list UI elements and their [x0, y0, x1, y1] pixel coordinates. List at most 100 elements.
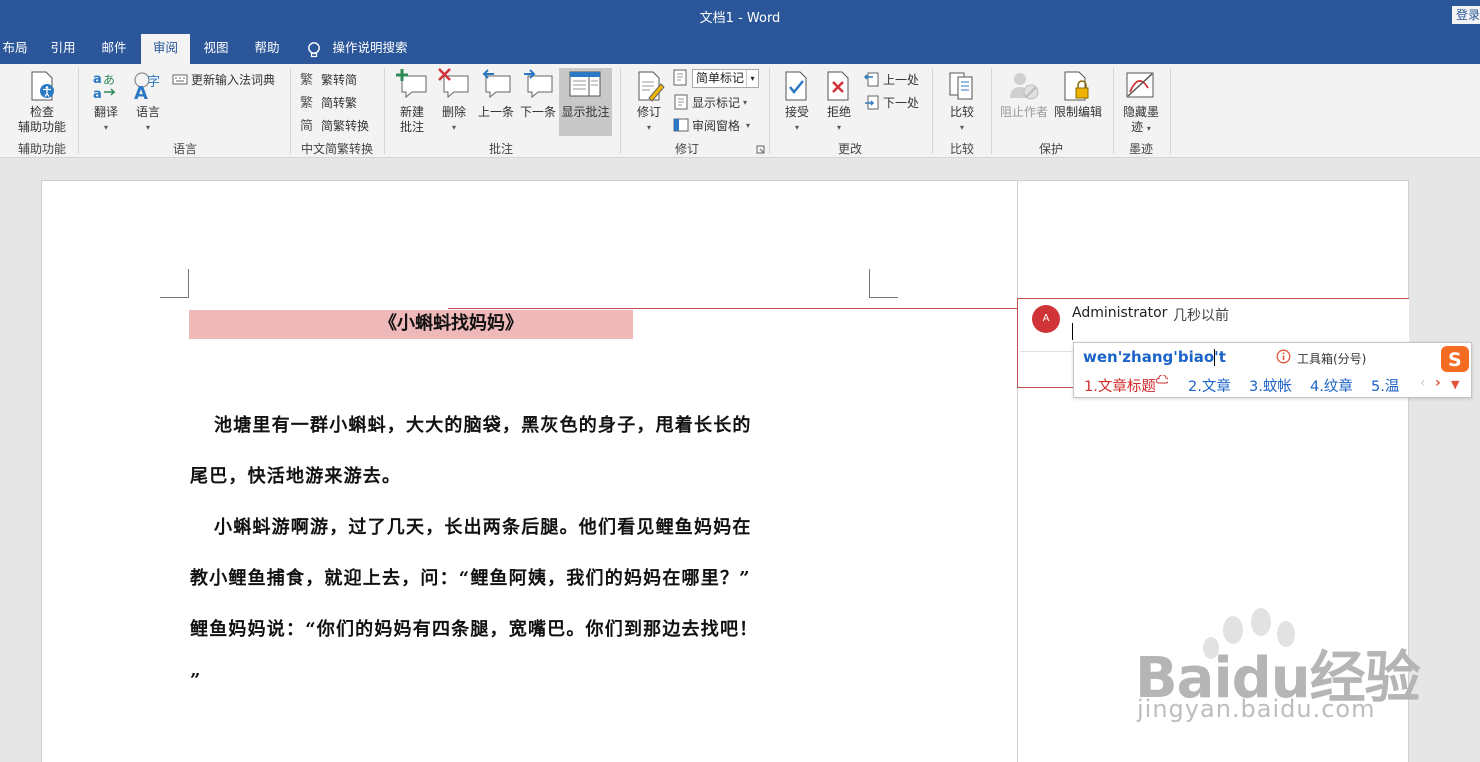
new-comment-label-2: 批注: [399, 120, 424, 134]
language-button[interactable]: 语言 ▾: [130, 105, 166, 135]
compare-dropdown-icon: ▾: [959, 123, 964, 132]
track-changes-button[interactable]: 修订 ▾: [630, 105, 668, 135]
paragraph-line[interactable]: 教小鲤鱼捕食，就迎上去，问：“鲤鱼阿姨，我们的妈妈在哪里？”: [190, 553, 870, 604]
new-comment-button[interactable]: 新建 批注: [392, 105, 432, 135]
comment-connector-line: [448, 308, 1018, 309]
svg-text:あ: あ: [103, 73, 115, 87]
previous-comment-button[interactable]: 上一条: [476, 105, 516, 120]
show-markup-dropdown-icon: ▾: [743, 97, 748, 107]
svg-text:简: 简: [300, 118, 313, 133]
previous-page-icon[interactable]: ‹: [1420, 375, 1426, 391]
next-comment-button[interactable]: 下一条: [518, 105, 558, 120]
ime-candidate-popup[interactable]: wen'zhang'biao't 工具箱(分号) S 1.文章标题 2.文章 3…: [1073, 342, 1472, 398]
show-comments-label: 显示批注: [561, 105, 610, 119]
show-markup-button[interactable]: 显示标记 ▾: [673, 92, 747, 112]
ime-toolbox-link[interactable]: 工具箱(分号): [1297, 350, 1366, 367]
paragraph-line[interactable]: 鲤鱼妈妈说：“你们的妈妈有四条腿，宽嘴巴。你们到那边去找吧！: [190, 604, 870, 655]
reviewing-pane-label: 审阅窗格: [692, 118, 741, 133]
group-divider: [991, 68, 992, 154]
expand-candidates-icon[interactable]: ▼: [1451, 378, 1459, 391]
avatar: A: [1032, 305, 1060, 333]
hide-ink-label-2: 迹: [1131, 120, 1144, 134]
ribbon-tabs: 布局 引用 邮件 审阅 视图 帮助 操作说明搜索: [0, 30, 1480, 64]
restrict-editing-icon: [1064, 71, 1089, 101]
next-change-button[interactable]: 下一处: [864, 92, 919, 112]
lightbulb-icon: [308, 42, 320, 58]
group-label-protect: 保护: [1038, 142, 1063, 156]
block-authors-button[interactable]: 阻止作者: [998, 105, 1050, 120]
group-divider: [290, 68, 291, 154]
svg-text:字: 字: [147, 75, 160, 90]
ribbon: 检查 辅助功能 辅助功能 a あ a 翻译 ▾ A 字 语言 ▾ 更新输入法词典…: [0, 64, 1480, 158]
translate-dropdown-icon: ▾: [103, 123, 108, 132]
accept-change-button[interactable]: 接受 ▾: [779, 105, 815, 135]
group-divider: [1170, 68, 1171, 154]
svg-text:a: a: [93, 72, 102, 87]
update-ime-label: 更新输入法词典: [191, 72, 276, 87]
delete-comment-icon: [438, 68, 469, 99]
reject-label: 拒绝: [826, 105, 851, 119]
dialog-launcher-icon[interactable]: [756, 145, 765, 154]
tab-review[interactable]: 审阅: [141, 34, 190, 64]
track-changes-dropdown-icon: ▾: [646, 123, 651, 132]
compare-button[interactable]: 比较 ▾: [942, 105, 982, 135]
delete-comment-button[interactable]: 删除 ▾: [436, 105, 472, 135]
traditional-to-simplified-button[interactable]: 繁 繁转简: [300, 69, 357, 89]
tab-references[interactable]: 引用: [44, 34, 82, 64]
tab-help[interactable]: 帮助: [247, 34, 287, 64]
reject-change-button[interactable]: 拒绝 ▾: [821, 105, 857, 135]
ime-candidate-4[interactable]: 4.纹章: [1310, 375, 1353, 396]
margin-corner-mark: [160, 269, 189, 298]
update-ime-dictionary-button[interactable]: 更新输入法词典: [172, 69, 275, 89]
restrict-editing-button[interactable]: 限制编辑: [1052, 105, 1104, 120]
translate-button[interactable]: 翻译 ▾: [88, 105, 124, 135]
paragraph-line[interactable]: 池塘里有一群小蝌蚪，大大的脑袋，黑灰色的身子，甩着长长的: [190, 400, 870, 451]
group-label-changes: 更改: [837, 142, 862, 156]
paragraph-line[interactable]: 小蝌蚪游啊游，过了几天，长出两条后腿。他们看见鲤鱼妈妈在: [190, 502, 870, 553]
hide-ink-label-1: 隐藏墨: [1122, 105, 1159, 119]
next-comment-icon: [524, 69, 553, 99]
markup-mode-dropdown[interactable]: 简单标记 ▾: [692, 69, 759, 88]
svg-text:a: a: [93, 87, 102, 100]
previous-change-button[interactable]: 上一处: [864, 69, 919, 89]
group-label-compare: 比较: [949, 142, 974, 156]
track-changes-label: 修订: [636, 105, 661, 119]
check-accessibility-button[interactable]: 检查 辅助功能: [14, 105, 70, 135]
accept-dropdown-icon: ▾: [794, 123, 799, 132]
group-label-tracking: 修订: [674, 142, 699, 156]
show-markup-label: 显示标记: [692, 95, 741, 110]
translate-label: 翻译: [93, 105, 118, 119]
group-label-ink: 墨迹: [1128, 142, 1153, 156]
keyboard-icon: [172, 74, 188, 85]
next-page-icon[interactable]: ›: [1435, 375, 1441, 391]
hide-ink-button[interactable]: 隐藏墨 迹 ▾: [1118, 105, 1164, 136]
translate-icon: a あ a: [93, 72, 116, 100]
group-label-language: 语言: [172, 142, 197, 156]
check-accessibility-icon: [31, 71, 54, 101]
login-button[interactable]: 登录: [1452, 6, 1480, 24]
group-divider: [384, 68, 385, 154]
convert-chinese-icon: 简: [300, 118, 313, 133]
document-title[interactable]: 《小蝌蚪找妈妈》: [189, 311, 633, 337]
tab-mailings[interactable]: 邮件: [94, 34, 134, 64]
tab-view[interactable]: 视图: [196, 34, 236, 64]
paragraph-line[interactable]: ”: [190, 655, 870, 706]
language-label: 语言: [135, 105, 160, 119]
ime-candidate-2[interactable]: 2.文章: [1188, 375, 1231, 396]
group-divider: [78, 68, 79, 154]
ime-candidate-1[interactable]: 1.文章标题: [1084, 374, 1169, 396]
simplified-to-traditional-button[interactable]: 繁 简转繁: [300, 92, 357, 112]
convert-chinese-button[interactable]: 简 简繁转换: [300, 115, 369, 135]
ime-candidate-5[interactable]: 5.温: [1371, 375, 1399, 396]
simplified-to-traditional-label: 简转繁: [321, 95, 358, 110]
tell-me-search[interactable]: 操作说明搜索: [330, 34, 410, 64]
reviewing-pane-dropdown-icon: ▾: [746, 120, 751, 130]
svg-text:S: S: [1448, 349, 1462, 371]
reviewing-pane-button[interactable]: 审阅窗格 ▾: [673, 115, 750, 135]
tab-layout[interactable]: 布局: [0, 34, 30, 64]
paragraph-line[interactable]: 尾巴，快活地游来游去。: [190, 451, 870, 502]
show-comments-icon: [569, 71, 601, 97]
markup-mode-value: 简单标记: [696, 71, 745, 85]
ime-candidate-3[interactable]: 3.蚊帐: [1249, 375, 1292, 396]
new-comment-icon: [396, 69, 427, 99]
